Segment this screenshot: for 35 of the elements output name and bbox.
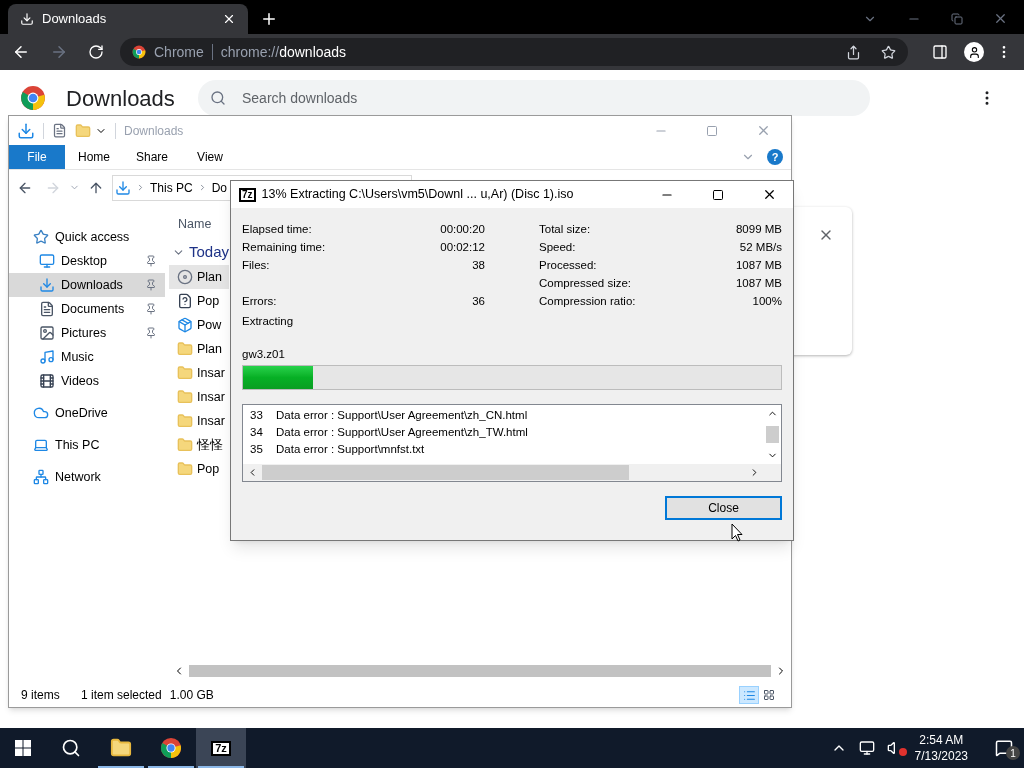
log-line: Data error : Support\User Agreement\zh_TW.html bbox=[276, 424, 528, 440]
stat-value: 1087 MB bbox=[735, 276, 782, 292]
stat-label: Errors: bbox=[242, 294, 278, 310]
stat-label: Processed: bbox=[539, 258, 598, 274]
stat-label: Compressed size: bbox=[539, 276, 633, 292]
window-title: Downloads bbox=[124, 122, 184, 140]
current-file: gw3.z01 bbox=[242, 347, 286, 362]
stat-value: 8099 MB bbox=[735, 222, 782, 238]
item-count: 9 items bbox=[21, 687, 61, 704]
selection-size: 1.00 GB bbox=[169, 687, 214, 704]
stat-label: Files: bbox=[242, 258, 271, 274]
line-number: 33 bbox=[250, 407, 264, 423]
page-title: Downloads bbox=[66, 84, 176, 113]
stat-label: Compression ratio: bbox=[539, 294, 637, 310]
selection-status: 1 item selected bbox=[81, 687, 162, 704]
stat-value: 38 bbox=[472, 258, 485, 274]
stat-value: 100% bbox=[752, 294, 782, 310]
stat-label: Remaining time: bbox=[242, 240, 327, 256]
line-number: 35 bbox=[250, 441, 264, 457]
log-line: Data error : Support\mnfst.txt bbox=[276, 441, 425, 457]
stat-value: 00:02:12 bbox=[440, 240, 485, 256]
stat-label: Speed: bbox=[539, 240, 577, 256]
log-line: Data error : Support\User Agreement\zh_CN.html bbox=[276, 407, 528, 423]
status-text: Extracting bbox=[242, 314, 295, 329]
stat-label: Elapsed time: bbox=[242, 222, 313, 238]
stat-value: 1087 MB bbox=[735, 258, 782, 274]
notification-count: 1 bbox=[1006, 746, 1020, 760]
stat-value: 36 bbox=[472, 294, 485, 310]
stat-value: 52 MB/s bbox=[739, 240, 782, 256]
app-icon: 7z bbox=[239, 187, 256, 202]
stat-value: 00:00:20 bbox=[440, 222, 485, 238]
url-text: chrome://downloads bbox=[220, 42, 347, 62]
line-number: 34 bbox=[250, 424, 264, 440]
dialog-title: 13% Extracting C:\Users\vm5\Downl ... u,Ar) (Disc 1).iso bbox=[261, 186, 575, 204]
stat-label: Total size: bbox=[539, 222, 592, 238]
